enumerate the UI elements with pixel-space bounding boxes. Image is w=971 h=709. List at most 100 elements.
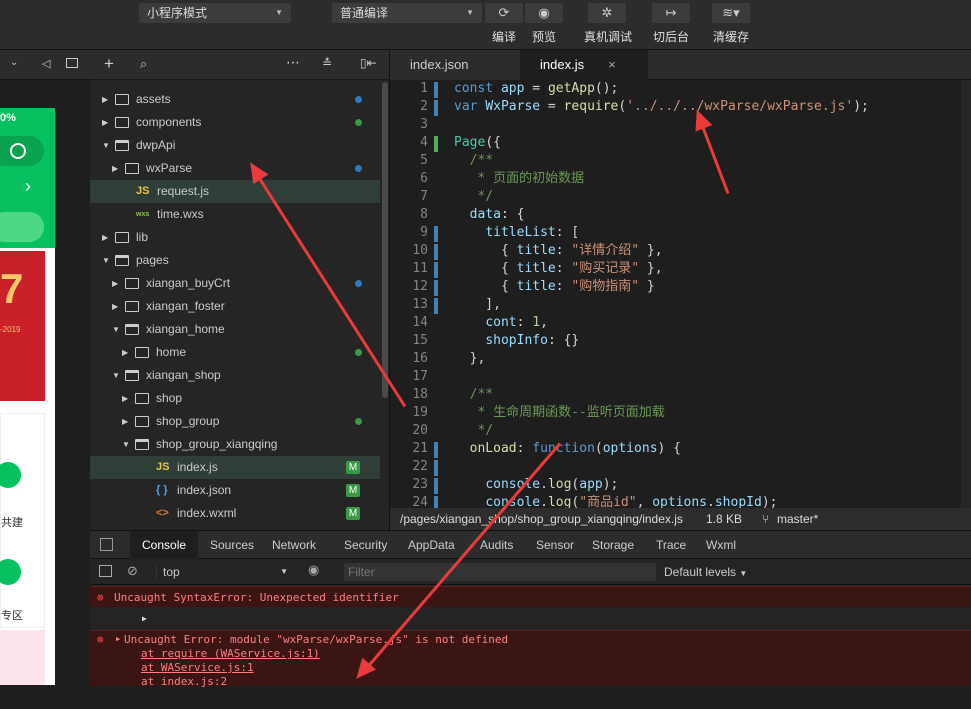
devtools-tab-storage[interactable]: Storage — [580, 531, 646, 559]
window-icon[interactable] — [66, 58, 78, 68]
devtools-tab-network[interactable]: Network — [260, 531, 328, 559]
tree-item[interactable]: ▼ xiangan_home — [90, 318, 380, 341]
search-icon[interactable]: ⌕ — [140, 56, 147, 72]
tree-item[interactable]: ▶ components — [90, 111, 380, 134]
code-line[interactable]: 15 shopInfo: {} — [390, 332, 971, 350]
tree-item[interactable]: JS request.js — [90, 180, 380, 203]
clear-console-icon[interactable]: ⊘ — [127, 563, 138, 579]
devtools-tab-sensor[interactable]: Sensor — [524, 531, 586, 559]
chevron-right-icon[interactable]: ▶ — [102, 226, 108, 249]
capsule-button[interactable] — [0, 136, 44, 166]
code-line[interactable]: 16 }, — [390, 350, 971, 368]
tree-item[interactable]: ▼ shop_group_xiangqing — [90, 433, 380, 456]
chevron-right-icon[interactable]: ▶ — [122, 410, 128, 433]
chevron-down-icon[interactable]: ▼ — [102, 249, 110, 272]
chevron-down-icon[interactable]: ▼ — [102, 134, 110, 157]
stack-frame[interactable]: at index.js:2 — [141, 675, 227, 688]
code-line[interactable]: 9 titleList: [ — [390, 224, 971, 242]
chevron-right-icon[interactable]: ▶ — [122, 387, 128, 410]
promo-banner[interactable]: 7 -2019 — [0, 251, 45, 401]
chevron-right-icon[interactable]: ▶ — [112, 157, 118, 180]
tree-item[interactable]: ▶ wxParse — [90, 157, 380, 180]
code-line[interactable]: 14 cont: 1, — [390, 314, 971, 332]
code-line[interactable]: 4 Page({ — [390, 134, 971, 152]
chevron-right-icon[interactable]: ▶ — [102, 111, 108, 134]
code-line[interactable]: 19 * 生命周期函数--监听页面加载 — [390, 404, 971, 422]
remote-debug-button[interactable]: ✲ — [588, 3, 626, 23]
tree-item[interactable]: ▼ pages — [90, 249, 380, 272]
code-line[interactable]: 20 */ — [390, 422, 971, 440]
editor-scrollbar[interactable] — [961, 80, 971, 508]
search-pill[interactable] — [0, 212, 44, 242]
code-area[interactable]: 1 const app = getApp(); 2 var WxParse = req… — [390, 80, 971, 508]
code-line[interactable]: 8 data: { — [390, 206, 971, 224]
chevron-right-icon[interactable]: › — [25, 176, 31, 197]
tree-item[interactable]: ▶ xiangan_buyCrt — [90, 272, 380, 295]
context-select[interactable]: top ▼ — [156, 563, 294, 581]
add-file-icon[interactable]: + — [104, 54, 114, 74]
code-line[interactable]: 23 console.log(app); — [390, 476, 971, 494]
code-line[interactable]: 6 * 页面的初始数据 — [390, 170, 971, 188]
background-button[interactable]: ↦ — [652, 3, 690, 23]
close-icon[interactable]: × — [608, 57, 616, 72]
console-log-app[interactable]: app ▶ pe {onLaunch: ƒ, onShow: ƒ, onHide… — [90, 609, 971, 685]
devtools-tab-trace[interactable]: Trace — [644, 531, 698, 559]
chevron-right-icon[interactable]: ▶ — [112, 295, 118, 318]
eye-icon[interactable]: ◉ — [308, 562, 319, 578]
chevron-down-icon[interactable]: ▼ — [122, 433, 130, 456]
code-line[interactable]: 13 ], — [390, 296, 971, 314]
devtools-tab-console[interactable]: Console — [130, 531, 199, 559]
clear-cache-button[interactable]: ≋▾ — [712, 3, 750, 23]
preview-button[interactable]: ◉ — [525, 3, 563, 23]
coop-icon[interactable] — [0, 462, 21, 488]
code-line[interactable]: 7 */ — [390, 188, 971, 206]
tree-item[interactable]: ▶ shop — [90, 387, 380, 410]
stack-frame[interactable]: at WAService.js:1 — [141, 661, 254, 674]
devtools-tab-security[interactable]: Security — [332, 531, 399, 559]
code-line[interactable]: 18 /** — [390, 386, 971, 404]
code-line[interactable]: 21 onLoad: function(options) { — [390, 440, 971, 458]
devtools-tab-appdata[interactable]: AppData — [396, 531, 467, 559]
code-line[interactable]: 1 const app = getApp(); — [390, 80, 971, 98]
chevron-right-icon[interactable]: ▶ — [122, 341, 128, 364]
expand-icon[interactable]: ▶ — [116, 635, 120, 643]
tree-item[interactable]: ▼ dwpApi — [90, 134, 380, 157]
tree-item[interactable]: wxs time.wxs — [90, 203, 380, 226]
console-filter-input[interactable] — [344, 563, 656, 581]
tab-index-js[interactable]: index.js × — [520, 50, 648, 80]
collapse-icon[interactable]: ▯⇤ — [360, 56, 377, 70]
stack-frame[interactable]: at require (WAService.js:1) — [141, 647, 320, 660]
expand-icon[interactable]: ▶ — [142, 609, 147, 629]
compile-button[interactable]: ⟳ — [485, 3, 523, 23]
compile-select[interactable]: 普通编译 ▼ — [332, 3, 482, 23]
code-line[interactable]: 17 — [390, 368, 971, 386]
tree-item[interactable]: ▶ shop_group — [90, 410, 380, 433]
code-line[interactable]: 11 { title: "购买记录" }, — [390, 260, 971, 278]
tree-item[interactable]: JS index.js M — [90, 456, 380, 479]
code-line[interactable]: 5 /** — [390, 152, 971, 170]
code-line[interactable]: 24 console.log("商品id", options.shopId); — [390, 494, 971, 508]
chevron-down-icon[interactable]: ⌄ — [10, 57, 18, 68]
inspect-icon[interactable] — [100, 538, 113, 551]
more-icon[interactable]: ⋯ — [286, 54, 300, 71]
log-levels-select[interactable]: Default levels ▼ — [664, 563, 747, 583]
code-line[interactable]: 3 — [390, 116, 971, 134]
chevron-down-icon[interactable]: ▼ — [112, 364, 120, 387]
tree-item[interactable]: <> index.wxml M — [90, 502, 380, 525]
tree-item[interactable]: ▼ xiangan_shop — [90, 364, 380, 387]
code-line[interactable]: 2 var WxParse = require('../../../wxParse… — [390, 98, 971, 116]
speaker-icon[interactable]: ◁ — [42, 57, 50, 70]
code-line[interactable]: 10 { title: "详情介绍" }, — [390, 242, 971, 260]
tree-item[interactable]: ▶ assets — [90, 88, 380, 111]
explorer-scrollbar[interactable] — [382, 82, 388, 398]
tree-item[interactable]: ▶ lib — [90, 226, 380, 249]
chevron-right-icon[interactable]: ▶ — [112, 272, 118, 295]
devtools-tab-audits[interactable]: Audits — [468, 531, 525, 559]
chevron-down-icon[interactable]: ▼ — [112, 318, 120, 341]
code-line[interactable]: 12 { title: "购物指南" } — [390, 278, 971, 296]
code-line[interactable]: 22 — [390, 458, 971, 476]
mode-select[interactable]: 小程序模式 ▼ — [139, 3, 291, 23]
sidebar-toggle-icon[interactable] — [99, 565, 112, 577]
tree-item[interactable]: ▶ home — [90, 341, 380, 364]
chevron-right-icon[interactable]: ▶ — [102, 88, 108, 111]
